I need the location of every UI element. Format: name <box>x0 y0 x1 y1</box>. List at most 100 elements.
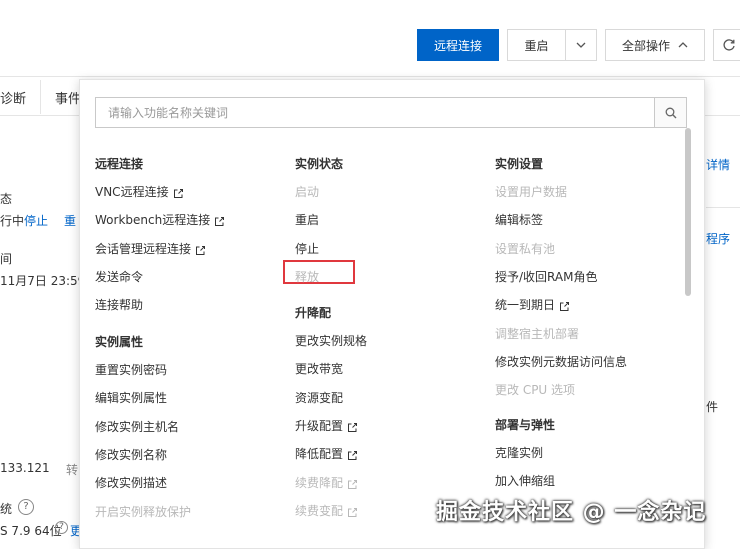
menu-item-label: 更改 CPU 选项 <box>495 383 576 398</box>
external-link-icon <box>348 506 358 517</box>
menu-item-label: 升级配置 <box>295 418 344 433</box>
section-title-deploy: 部署与弹性 <box>495 418 556 432</box>
menu-item: 更改 CPU 选项 <box>495 381 575 398</box>
section-title-instance-status: 实例状态 <box>295 157 344 171</box>
stop-link[interactable]: 停止 <box>24 212 48 229</box>
menu-item-label: 修改实例主机名 <box>95 419 180 434</box>
refresh-icon <box>723 39 735 51</box>
right-item-text: 件 <box>706 400 719 414</box>
right-divider <box>706 207 740 208</box>
menu-item[interactable]: 会话管理远程连接 <box>95 240 206 257</box>
menu-item-label: 重启 <box>295 213 320 228</box>
external-link-icon <box>215 215 225 227</box>
menu-item-label: 会话管理远程连接 <box>95 241 192 256</box>
os-label: 统 <box>0 502 13 516</box>
menu-item[interactable]: 修改实例主机名 <box>95 418 179 435</box>
restart-link[interactable]: 重 <box>64 212 76 229</box>
menu-item[interactable]: 修改实例名称 <box>95 446 167 463</box>
refresh-button[interactable] <box>713 29 740 61</box>
menu-item[interactable]: 编辑实例属性 <box>95 389 167 406</box>
details-link[interactable]: 详情 <box>706 156 730 173</box>
external-link-icon <box>348 478 358 489</box>
menu-item[interactable]: 发送命令 <box>95 268 143 285</box>
external-link-icon <box>348 449 358 461</box>
menu-item-label: 停止 <box>295 241 320 256</box>
scrollbar-thumb[interactable] <box>685 128 691 296</box>
tab-diagnose[interactable]: 诊断 <box>0 88 26 107</box>
menu-item[interactable]: 编辑标签 <box>495 211 543 228</box>
chevron-down-icon <box>576 42 586 48</box>
remote-connect-button[interactable]: 远程连接 <box>417 29 499 61</box>
search-input[interactable] <box>96 98 656 127</box>
menu-item-label: 资源变配 <box>295 390 344 405</box>
menu-item-label: 开启实例释放保护 <box>95 504 192 519</box>
menu-item-label: 编辑标签 <box>495 213 544 228</box>
menu-item[interactable]: 停止 <box>295 240 319 257</box>
os-help-icon[interactable]: ? <box>55 521 68 534</box>
menu-item-label: 修改实例名称 <box>95 447 168 462</box>
menu-item[interactable]: Workbench远程连接 <box>95 211 225 228</box>
restart-dropdown-button[interactable] <box>565 29 597 61</box>
external-link-icon <box>560 300 570 312</box>
menu-item-label: 设置用户数据 <box>495 185 568 199</box>
time-label: 间 <box>0 252 13 266</box>
menu-item: 调整宿主机部署 <box>495 325 579 342</box>
help-icon[interactable]: ? <box>18 499 34 515</box>
status-label: 态 <box>0 192 13 206</box>
section-title-instance-attrs: 实例属性 <box>95 335 144 349</box>
search-box <box>95 97 687 128</box>
menu-item[interactable]: 连接帮助 <box>95 296 143 313</box>
menu-item: 启动 <box>295 183 319 200</box>
menu-item[interactable]: 更改实例规格 <box>295 332 367 349</box>
menu-item[interactable]: 加入伸缩组 <box>495 472 555 489</box>
menu-item-label: 修改实例描述 <box>95 476 168 491</box>
tab-events[interactable]: 事件 <box>55 88 81 107</box>
menu-item-label: 降低配置 <box>295 447 344 462</box>
program-link[interactable]: 程序 <box>706 230 730 247</box>
ip-value: 133.121 <box>0 461 50 475</box>
section-title-remote-connect: 远程连接 <box>95 157 144 171</box>
menu-item: 续费变配 <box>295 502 358 519</box>
menu-item[interactable]: 重置实例密码 <box>95 361 167 378</box>
menu-item: 设置用户数据 <box>495 183 567 200</box>
menu-item-label: 授予/收回RAM角色 <box>495 269 598 284</box>
menu-item[interactable]: 统一到期日 <box>495 296 570 313</box>
menu-item-label: 更改带宽 <box>295 362 344 377</box>
menu-item-label: 续费变配 <box>295 503 344 518</box>
menu-item[interactable]: 授予/收回RAM角色 <box>495 268 597 285</box>
tab-divider <box>40 80 41 114</box>
all-actions-dropdown: 远程连接 VNC远程连接 Workbench远程连接会话管理远程连接发送命令连接帮助… <box>79 79 705 549</box>
search-icon <box>665 107 676 118</box>
menu-item-label: 编辑实例属性 <box>95 391 168 406</box>
menu-item: 开启实例释放保护 <box>95 503 191 520</box>
menu-item-label: 更改实例规格 <box>295 334 368 348</box>
menu-item-label: 重置实例密码 <box>95 363 168 377</box>
menu-item-label: 调整宿主机部署 <box>495 326 580 341</box>
menu-item[interactable]: 修改实例描述 <box>95 474 167 491</box>
search-button[interactable] <box>654 98 686 127</box>
external-link-icon <box>348 421 358 432</box>
menu-item[interactable]: 资源变配 <box>295 389 343 406</box>
menu-item-label: 释放 <box>295 269 320 284</box>
menu-item-label: Workbench远程连接 <box>95 213 211 228</box>
ip-suffix: 转 <box>66 463 79 477</box>
menu-item[interactable]: 更改带宽 <box>295 360 343 377</box>
menu-item[interactable]: VNC远程连接 <box>95 183 183 200</box>
menu-item-label: 续费降配 <box>295 475 344 490</box>
menu-item[interactable]: 重启 <box>295 211 319 228</box>
chevron-up-icon <box>678 42 688 48</box>
external-link-icon <box>196 244 206 255</box>
all-actions-label: 全部操作 <box>621 38 670 53</box>
menu-item-label: 连接帮助 <box>95 298 144 313</box>
menu-item[interactable]: 克隆实例 <box>495 444 543 461</box>
restart-button[interactable]: 重启 <box>507 29 565 61</box>
menu-item: 设置私有池 <box>495 240 555 257</box>
menu-item[interactable]: 升级配置 <box>295 417 358 434</box>
menu-item[interactable]: 降低配置 <box>295 445 358 462</box>
status-value: 行中 <box>0 214 25 228</box>
section-title-upgrade: 升降配 <box>295 306 332 320</box>
all-actions-button[interactable]: 全部操作 <box>605 29 705 61</box>
menu-item-label: 启动 <box>295 185 320 199</box>
menu-item[interactable]: 修改实例元数据访问信息 <box>495 353 627 370</box>
tabs-top-divider <box>0 76 740 77</box>
